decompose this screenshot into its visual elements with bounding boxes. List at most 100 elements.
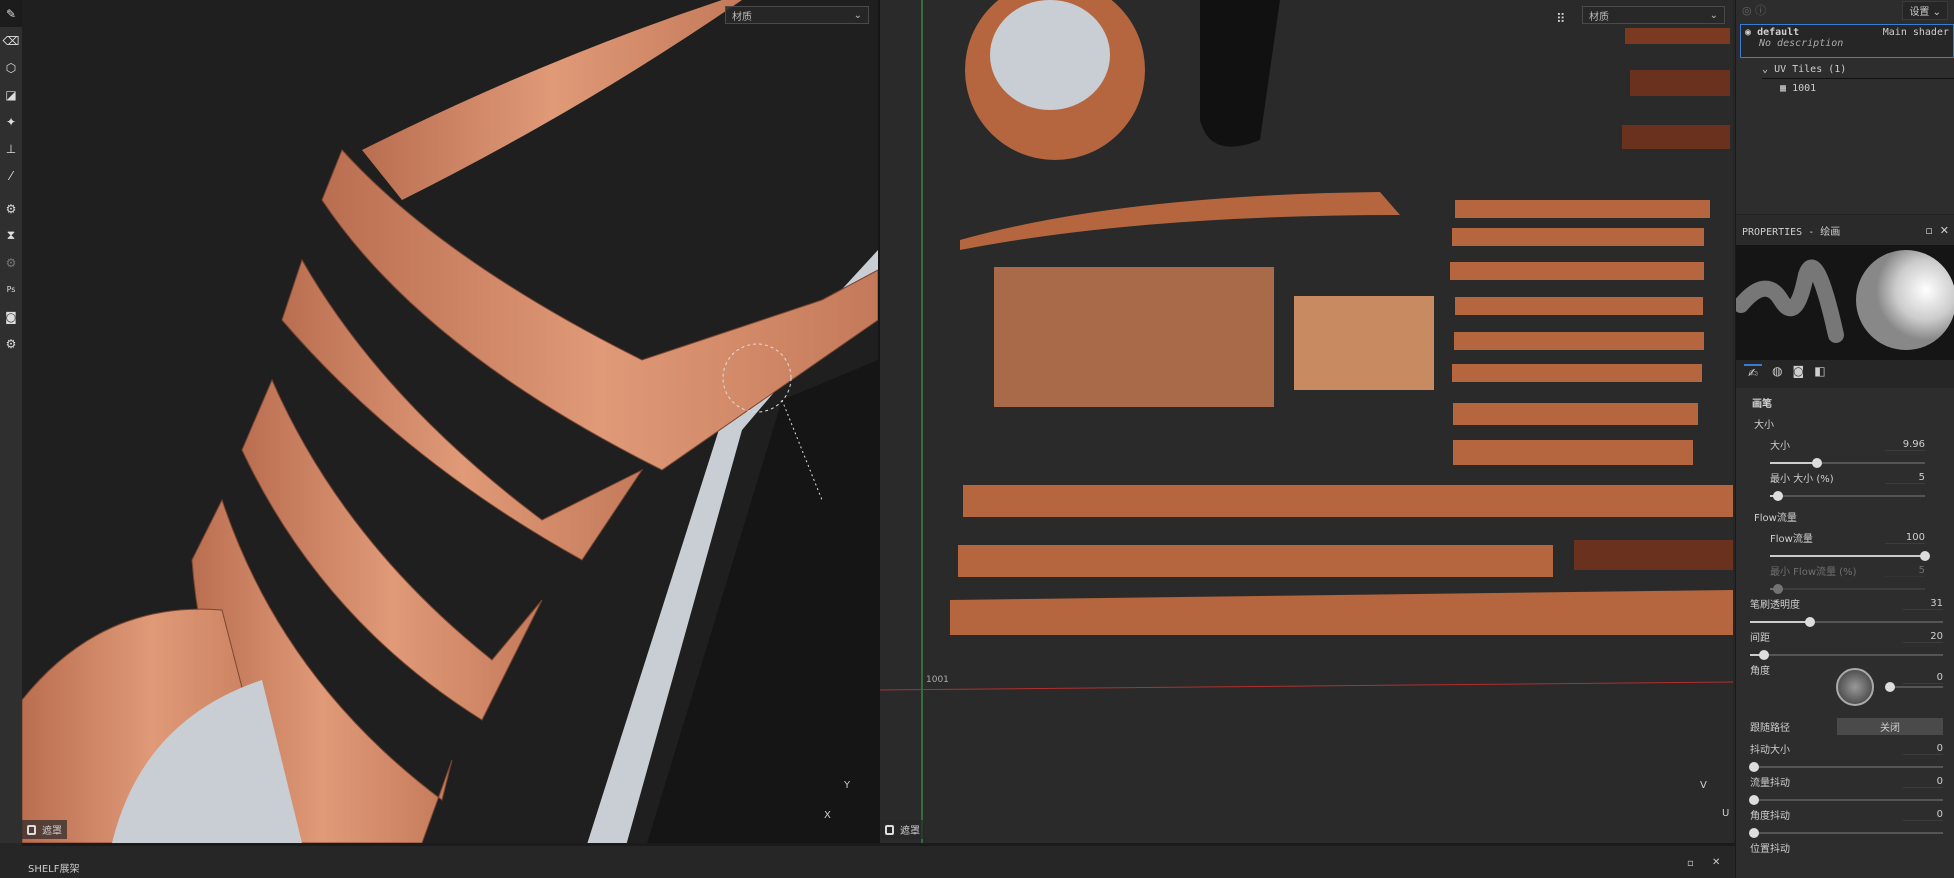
size-slider[interactable]: 大小 9.96 [1770,437,1925,468]
close-icon[interactable]: ✕ [1940,224,1949,237]
flow-jitter-label: 流量抖动 [1750,778,1790,789]
close-icon[interactable]: ✕ [1712,857,1720,868]
clone-stamp-icon[interactable]: ⊥ [0,135,22,162]
properties-header: PROPERTIES - 绘画 ▫ ✕ [1736,214,1954,245]
slider-track[interactable] [1750,617,1943,627]
flow-value[interactable]: 100 [1885,532,1925,544]
eye-icon[interactable]: ◉ [1745,27,1751,38]
flow-jitter-value[interactable]: 0 [1903,776,1943,788]
material-select[interactable]: 材质 ⌄ [725,6,869,24]
export-icon[interactable]: ◙ [0,303,22,330]
brush-stroke-preview [1736,250,1954,350]
slider-track[interactable] [1748,828,1943,838]
follow-path-row: 跟随路径 关闭 [1750,718,1943,735]
texture-set-name: default [1757,27,1800,38]
properties-title: PROPERTIES - 绘画 [1742,226,1841,238]
slider-track[interactable] [1750,650,1943,660]
eraser-icon[interactable]: ⌫ [0,27,22,54]
slider-track[interactable] [1748,795,1943,805]
settings-dropdown[interactable]: 设置 ⌄ [1902,0,1948,20]
tab-stencil-icon[interactable]: ◙ [1793,364,1805,384]
slider-handle[interactable] [1804,617,1815,627]
left-toolbar: ✎ ⌫ ⬡ ◪ ✦ ⊥ ⁄ ⚙ ⧗ ⚙ Ps ◙ ⚙ [0,0,22,843]
visibility-icon[interactable]: ◎ ⓘ [1742,2,1766,18]
slider-handle[interactable] [1758,650,1769,660]
texture-channel-icon[interactable]: ⠿ [1556,12,1566,27]
uv-tile-item[interactable]: ▦ 1001 [1780,83,1954,94]
min-size-value[interactable]: 5 [1885,472,1925,484]
angle-jitter-value[interactable]: 0 [1903,809,1943,821]
plugin2-icon[interactable]: ⚙ [0,249,22,276]
min-size-slider[interactable]: 最小 大小 (%) 5 [1770,470,1925,501]
projection-icon[interactable]: ⬡ [0,54,22,81]
mask-toggle[interactable]: 遮罩 [880,820,925,839]
tab-brush-icon[interactable]: ✍ [1744,364,1763,384]
size-jitter-value[interactable]: 0 [1903,743,1943,755]
checkbox-icon [27,824,36,835]
size-value[interactable]: 9.96 [1885,439,1925,451]
settings-icon[interactable]: ⚙ [0,330,22,357]
angle-value[interactable]: 0 [1903,672,1943,684]
slider-handle[interactable] [1920,551,1930,561]
slider-handle[interactable] [1748,795,1759,805]
slider-handle[interactable] [1811,458,1822,468]
texture-set-item[interactable]: ◉ default Main shader No description [1740,24,1954,58]
angle-control[interactable]: 角度 0 [1750,662,1943,712]
smudge-icon[interactable]: ✦ [0,108,22,135]
tab-alpha-icon[interactable]: ◍ [1772,364,1782,384]
properties-tabs: ✍ ◍ ◙ ◧ [1736,360,1954,388]
3d-viewport[interactable]: 材质 ⌄ Y X 遮罩 [22,0,878,843]
photoshop-icon[interactable]: Ps [0,276,22,303]
angle-dial[interactable] [1836,668,1874,706]
opacity-value[interactable]: 31 [1903,598,1943,610]
slider-track[interactable] [1748,762,1943,772]
section-brush: 画笔 [1752,399,1772,410]
maximize-icon[interactable]: ▫ [1925,224,1932,237]
brush-icon[interactable]: ✎ [0,0,22,27]
select-value: 材质 [1589,11,1609,23]
tab-material-icon[interactable]: ◧ [1814,364,1825,384]
follow-path-label: 跟随路径 [1750,723,1790,734]
slider-handle[interactable] [1772,491,1783,501]
axis-y-label: Y [844,780,851,791]
slider-track[interactable] [1770,458,1925,468]
slider-track[interactable] [1770,551,1930,561]
uv-tile-number: 1001 [1792,83,1817,94]
mask-toggle[interactable]: 遮罩 [22,820,67,839]
texture-set-header: ◎ ⓘ 设置 ⌄ [1736,0,1954,20]
slider-handle[interactable] [1748,828,1759,838]
spacing-slider[interactable]: 间距 20 [1750,629,1943,660]
spacing-value[interactable]: 20 [1903,631,1943,643]
uv-viewport[interactable]: ⠿ 材质 ⌄ 1001 VU 遮罩 [880,0,1733,843]
angle-jitter-slider[interactable]: 角度抖动 0 [1748,807,1943,838]
color-picker-icon[interactable]: ⁄ [0,162,22,189]
brush-properties: 画笔 大小 大小 9.96 最小 大小 (%) 5 Flow流量 Flow流量 100… [1736,395,1954,855]
axis-u-label: U [1722,808,1730,819]
opacity-label: 笔刷透明度 [1750,600,1800,611]
flow-slider[interactable]: Flow流量 100 [1770,530,1930,561]
hourglass-icon[interactable]: ⧗ [0,222,22,249]
slider-handle[interactable] [1772,584,1783,594]
flow-jitter-slider[interactable]: 流量抖动 0 [1748,774,1943,805]
slider-track[interactable] [1770,584,1925,594]
slider-track[interactable] [1770,491,1925,501]
maximize-icon[interactable]: ▫ [1687,858,1694,869]
chevron-down-icon: ⌄ [1709,9,1718,21]
plugin-icon[interactable]: ⚙ [0,195,22,222]
follow-path-toggle[interactable]: 关闭 [1837,718,1943,735]
shelf-title: SHELF展架 [28,864,80,875]
chevron-down-icon: ⌄ [1762,64,1769,75]
uv-texture-render [880,0,1733,843]
uv-tiles-label: UV Tiles (1) [1774,64,1847,75]
description: No description [1759,38,1844,49]
polygon-fill-icon[interactable]: ◪ [0,81,22,108]
axis-x-label: X [824,810,831,821]
size-jitter-label: 抖动大小 [1750,745,1790,756]
material-select[interactable]: 材质 ⌄ [1582,6,1725,24]
uv-axis-gizmo: VU [1700,780,1729,819]
uv-tiles-group[interactable]: ⌄ UV Tiles (1) [1762,64,1954,79]
slider-handle[interactable] [1748,762,1759,772]
size-jitter-slider[interactable]: 抖动大小 0 [1748,741,1943,772]
opacity-slider[interactable]: 笔刷透明度 31 [1750,596,1943,627]
group-flow-label: Flow流量 [1754,513,1797,524]
